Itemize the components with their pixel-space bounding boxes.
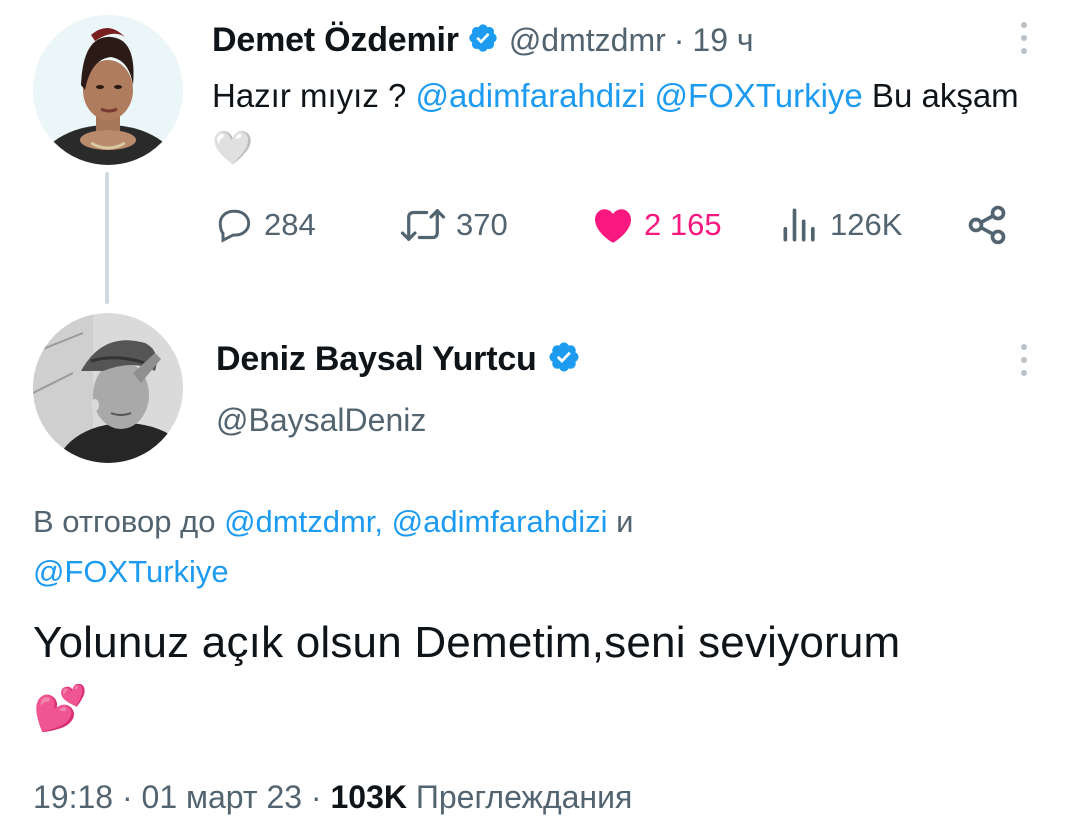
views-button[interactable]: 126K xyxy=(778,203,902,247)
tweet2-views-label[interactable]: Преглеждания xyxy=(416,779,632,815)
reply-and: и xyxy=(607,504,634,539)
share-button[interactable] xyxy=(965,203,1009,247)
tweet2-date[interactable]: 01 март 23 xyxy=(142,779,303,815)
meta-dot-2: · xyxy=(310,779,322,815)
tweet2-author-handle[interactable]: @BaysalDeniz xyxy=(216,402,426,439)
like-button[interactable]: 2 165 xyxy=(590,203,722,247)
reply-mention-foxturkiye[interactable]: @FOXTurkiye xyxy=(33,554,229,589)
retweet-icon xyxy=(400,209,446,241)
tweet2-text: Yolunuz açık olsun Demetim,seni seviyoru… xyxy=(33,610,933,742)
two-hearts-emoji: 💕 xyxy=(33,684,88,733)
retweet-count: 370 xyxy=(456,207,508,242)
reply-context: В отговор до @dmtzdmr, @adimfarahdizi и … xyxy=(33,497,933,597)
reply-icon xyxy=(218,209,251,243)
thread-connector-line xyxy=(105,172,109,304)
meta-dot-1: · xyxy=(121,779,133,815)
avatar-demet[interactable] xyxy=(33,15,183,165)
verified-badge-icon xyxy=(467,22,499,59)
tweet1-header: Demet Özdemir @dmtzdmr · 19 ч xyxy=(212,18,754,62)
reply-mention-dmtzdmr[interactable]: @dmtzdmr, xyxy=(224,504,383,539)
verified-badge-icon xyxy=(547,340,581,379)
reply-prefix: В отговор до xyxy=(33,504,225,539)
tweet2-author: Deniz Baysal Yurtcu xyxy=(216,336,581,382)
avatar-deniz[interactable] xyxy=(33,313,183,463)
tweet1-more-icon[interactable] xyxy=(1012,14,1036,62)
white-heart-emoji: 🤍 xyxy=(212,129,254,166)
views-bar-chart-icon xyxy=(783,208,815,242)
heart-filled-icon xyxy=(595,209,631,243)
tweet1-author-handle[interactable]: @dmtzdmr xyxy=(509,22,666,59)
tweet2-time[interactable]: 19:18 xyxy=(33,779,113,815)
tweet2-author-name[interactable]: Deniz Baysal Yurtcu xyxy=(216,340,537,379)
share-icon xyxy=(968,205,1006,245)
mention-foxturkiye[interactable]: @FOXTurkiye xyxy=(654,77,862,114)
tweet1-text-start: Hazır mıyız ? xyxy=(212,77,416,114)
reply-mention-adimfarahdizi[interactable]: @adimfarahdizi xyxy=(392,504,608,539)
tweet1-text: Hazır mıyız ? @adimfarahdizi @FOXTurkiye… xyxy=(212,70,1052,174)
tweet2-more-icon[interactable] xyxy=(1012,336,1036,384)
reply-button[interactable]: 284 xyxy=(212,203,316,247)
like-count: 2 165 xyxy=(644,207,722,242)
retweet-button[interactable]: 370 xyxy=(398,203,508,247)
tweet1-separator: · xyxy=(673,21,685,58)
tweet1-timestamp[interactable]: 19 ч xyxy=(692,22,753,59)
reply-count: 284 xyxy=(264,207,316,242)
tweet2-text-body: Yolunuz açık olsun Demetim,seni seviyoru… xyxy=(33,618,901,667)
tweet2-meta: 19:18 · 01 март 23 · 103K Преглеждания xyxy=(33,779,632,816)
views-count: 126K xyxy=(830,207,903,242)
tweet2-views-count[interactable]: 103K xyxy=(330,779,407,815)
tweet1-text-end: Bu akşam xyxy=(862,77,1019,114)
mention-adimfarahdizi[interactable]: @adimfarahdizi xyxy=(416,77,646,114)
tweet1-author-name[interactable]: Demet Özdemir xyxy=(212,21,459,60)
